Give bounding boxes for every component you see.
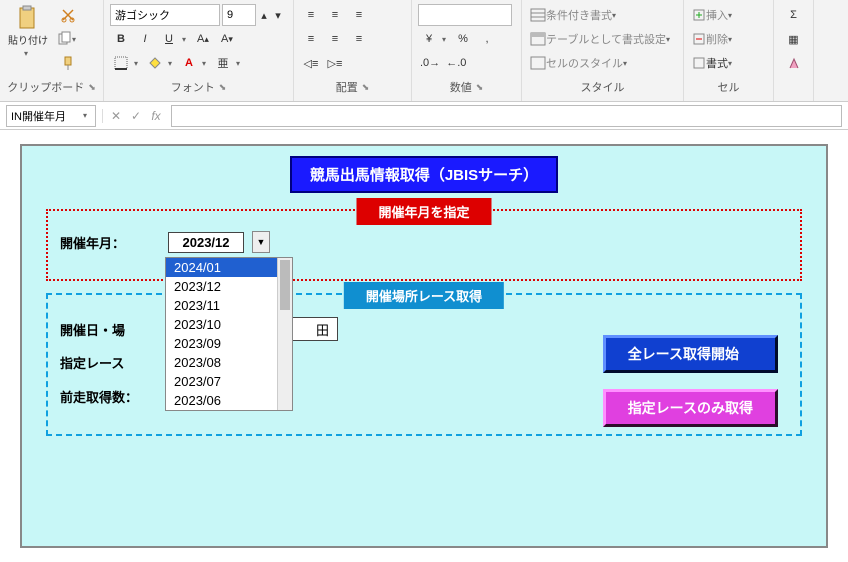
align-group-label: 配置 — [336, 79, 358, 95]
insert-cells-button[interactable]: 挿入▾ — [690, 4, 767, 26]
cancel-formula-button[interactable]: ✕ — [107, 109, 125, 123]
style-group-label: スタイル — [581, 79, 625, 95]
align-right-button[interactable]: ≡ — [348, 28, 370, 50]
align-top-button[interactable]: ≡ — [300, 4, 322, 26]
paste-label: 貼り付け — [8, 32, 48, 47]
bold-button[interactable]: B — [110, 28, 132, 50]
decrease-font-button[interactable]: A▾ — [216, 28, 238, 50]
fetch-all-races-button[interactable]: 全レース取得開始 — [603, 335, 778, 373]
format-painter-button[interactable] — [54, 52, 82, 74]
currency-button[interactable]: ¥ — [418, 28, 440, 50]
fill-color-button[interactable] — [144, 52, 166, 74]
indent-decrease-button[interactable]: ◁≡ — [300, 52, 322, 74]
yearmonth-dropdown-button[interactable]: ▼ — [252, 231, 270, 253]
race-label: 指定レース — [60, 353, 160, 372]
increase-decimal-button[interactable]: .0→ — [418, 52, 442, 74]
increase-font-button[interactable]: A▴ — [192, 28, 214, 50]
font-group-label: フォント — [171, 79, 215, 95]
paste-button[interactable]: 貼り付け ▾ — [6, 4, 50, 58]
format-as-table-button[interactable]: テーブルとして書式設定▾ — [528, 28, 677, 50]
align-middle-button[interactable]: ≡ — [324, 4, 346, 26]
dropdown-option[interactable]: 2023/09 — [166, 334, 292, 353]
italic-button[interactable]: I — [134, 28, 156, 50]
dropdown-scrollbar[interactable] — [277, 258, 292, 410]
delete-cells-button[interactable]: 削除▾ — [690, 28, 767, 50]
dropdown-option[interactable]: 2023/10 — [166, 315, 292, 334]
section-yearmonth: 開催年月を指定 開催年月： 2023/12 ▼ 2024/01✥ 2023/12… — [46, 209, 802, 281]
ribbon-group-style: 条件付き書式▾ テーブルとして書式設定▾ セルのスタイル▾ スタイル — [522, 0, 684, 101]
worksheet-area: 競馬出馬情報取得（JBISサーチ） 開催年月を指定 開催年月： 2023/12 … — [0, 130, 848, 562]
dropdown-option[interactable]: 2023/07 — [166, 372, 292, 391]
ribbon-group-editing: Σ ▦ — [774, 0, 814, 101]
fill-button[interactable]: ▦ — [780, 28, 807, 50]
dropdown-option[interactable]: 2023/08 — [166, 353, 292, 372]
font-color-button[interactable]: A — [178, 52, 200, 74]
align-launcher-icon[interactable]: ⬊ — [362, 82, 370, 93]
yearmonth-dropdown: 2024/01✥ 2023/12 2023/11 2023/10 2023/09… — [165, 257, 293, 411]
fetch-selected-race-button[interactable]: 指定レースのみ取得 — [603, 389, 778, 427]
yearmonth-value[interactable]: 2023/12 — [168, 232, 244, 253]
name-box[interactable]: IN開催年月▾ — [6, 105, 96, 127]
autosum-button[interactable]: Σ — [780, 4, 807, 26]
ribbon-group-font: ▴ ▾ B I U▾ A▴ A▾ ▾ ▾ A▾ 亜▾ フォント⬊ — [104, 0, 294, 101]
font-size-select[interactable] — [222, 4, 256, 26]
clipboard-launcher-icon[interactable]: ⬊ — [88, 82, 96, 93]
align-center-button[interactable]: ≡ — [324, 28, 346, 50]
ribbon-group-cell: 挿入▾ 削除▾ 書式▾ セル — [684, 0, 774, 101]
font-size-up-button[interactable]: ▴ — [258, 4, 270, 26]
phonetic-button[interactable]: 亜 — [212, 52, 234, 74]
dropdown-option[interactable]: 2024/01✥ — [166, 258, 292, 277]
border-button[interactable] — [110, 52, 132, 74]
yearmonth-label: 開催年月： — [60, 233, 160, 252]
dropdown-option[interactable]: 2023/06 — [166, 391, 292, 410]
font-name-select[interactable] — [110, 4, 220, 26]
main-panel: 競馬出馬情報取得（JBISサーチ） 開催年月を指定 開催年月： 2023/12 … — [20, 144, 828, 548]
ribbon-group-alignment: ≡ ≡ ≡ ≡ ≡ ≡ ◁≡ ▷≡ 配置 ⬊ — [294, 0, 412, 101]
app-title: 競馬出馬情報取得（JBISサーチ） — [290, 156, 558, 193]
ribbon: 貼り付け ▾ ▾ クリップボード ⬊ ▴ ▾ B I U ▾ A▴ — [0, 0, 848, 102]
copy-button[interactable]: ▾ — [54, 28, 82, 50]
conditional-format-button[interactable]: 条件付き書式▾ — [528, 4, 677, 26]
font-launcher-icon[interactable]: ⬊ — [219, 82, 227, 93]
cell-styles-button[interactable]: セルのスタイル▾ — [528, 52, 677, 74]
formula-bar: IN開催年月▾ ✕ ✓ fx — [0, 102, 848, 130]
cut-button[interactable] — [54, 4, 82, 26]
align-left-button[interactable]: ≡ — [300, 28, 322, 50]
cell-group-label: セル — [718, 79, 740, 95]
dropdown-option[interactable]: 2023/12 — [166, 277, 292, 296]
section-races-title: 開催場所レース取得 — [344, 282, 504, 309]
underline-button[interactable]: U — [158, 28, 180, 50]
number-launcher-icon[interactable]: ⬊ — [476, 82, 484, 93]
formula-input[interactable] — [171, 105, 842, 127]
section-races: 開催場所レース取得 開催日・場 指定レース 前走取得数： 全レース取得開始 指定… — [46, 293, 802, 436]
comma-button[interactable]: , — [476, 28, 498, 50]
clipboard-group-label: クリップボード — [7, 79, 84, 95]
percent-button[interactable]: % — [452, 28, 474, 50]
section-yearmonth-title: 開催年月を指定 — [356, 198, 491, 225]
insert-function-button[interactable]: fx — [147, 109, 165, 123]
venue-label: 開催日・場 — [60, 320, 160, 339]
decrease-decimal-button[interactable]: ←.0 — [444, 52, 468, 74]
enter-formula-button[interactable]: ✓ — [127, 109, 145, 123]
ribbon-group-clipboard: 貼り付け ▾ ▾ クリップボード ⬊ — [0, 0, 104, 101]
number-group-label: 数値 — [450, 79, 472, 95]
ribbon-group-number: ¥▾ % , .0→ ←.0 数値⬊ — [412, 0, 522, 101]
clear-button[interactable] — [780, 52, 807, 74]
format-cells-button[interactable]: 書式▾ — [690, 52, 767, 74]
indent-increase-button[interactable]: ▷≡ — [324, 52, 346, 74]
prev-count-label: 前走取得数： — [60, 387, 160, 406]
dropdown-option[interactable]: 2023/11 — [166, 296, 292, 315]
align-bottom-button[interactable]: ≡ — [348, 4, 370, 26]
font-size-down-button[interactable]: ▾ — [272, 4, 284, 26]
